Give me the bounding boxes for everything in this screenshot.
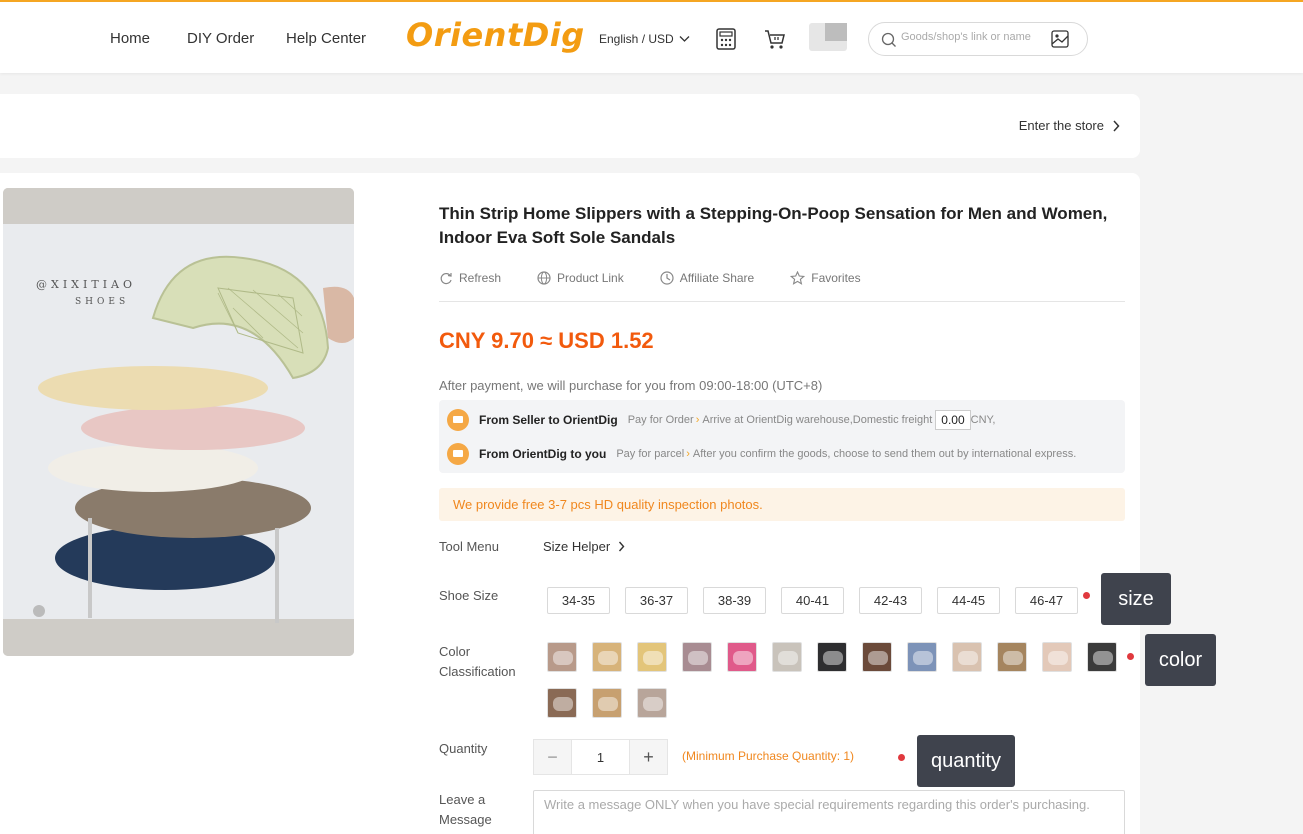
size-option[interactable]: 36-37	[625, 587, 688, 614]
chevron-right-icon: ›	[686, 448, 690, 460]
truck-badge-icon	[447, 443, 469, 465]
store-bar: Enter the store	[0, 94, 1140, 158]
quantity-marker-dot	[898, 754, 905, 761]
search-box	[868, 22, 1088, 56]
min-quantity-note: (Minimum Purchase Quantity: 1)	[682, 749, 855, 763]
color-swatch[interactable]	[637, 688, 667, 718]
color-swatch[interactable]	[1087, 642, 1117, 672]
increment-button[interactable]: +	[630, 740, 667, 774]
color-swatch[interactable]	[682, 642, 712, 672]
cart-icon[interactable]	[762, 26, 788, 52]
nav-diy-order[interactable]: DIY Order	[187, 30, 254, 47]
size-options: 34-35 36-37 38-39 40-41 42-43 44-45 46-4…	[547, 587, 1078, 614]
language-currency-selector[interactable]: English / USD	[599, 32, 690, 46]
favorites-action[interactable]: Favorites	[790, 271, 861, 285]
chevron-right-icon	[619, 541, 625, 552]
quantity-input[interactable]	[571, 740, 630, 774]
color-swatch[interactable]	[592, 688, 622, 718]
color-swatch[interactable]	[952, 642, 982, 672]
star-icon	[790, 271, 806, 285]
size-option[interactable]: 38-39	[703, 587, 766, 614]
color-swatch[interactable]	[592, 642, 622, 672]
color-swatch[interactable]	[1042, 642, 1072, 672]
slippers-photo-graphic: @XIXITIAO SHOES	[3, 188, 354, 656]
calculator-icon[interactable]	[713, 26, 739, 52]
nav-home[interactable]: Home	[110, 30, 150, 47]
affiliate-share-action[interactable]: Affiliate Share	[660, 271, 754, 285]
avatar[interactable]	[809, 23, 847, 51]
color-tag: color	[1145, 634, 1216, 686]
color-swatch[interactable]	[997, 642, 1027, 672]
refresh-action[interactable]: Refresh	[439, 271, 501, 285]
color-options	[547, 642, 1137, 718]
nav-help-center[interactable]: Help Center	[286, 30, 366, 47]
image-search-icon[interactable]	[1051, 30, 1069, 48]
color-swatch[interactable]	[862, 642, 892, 672]
svg-text:@XIXITIAO: @XIXITIAO	[36, 278, 136, 291]
product-image[interactable]: @XIXITIAO SHOES	[3, 188, 354, 656]
enter-store-label: Enter the store	[1018, 118, 1104, 133]
product-link-action[interactable]: Product Link	[537, 271, 624, 285]
quantity-tag: quantity	[917, 735, 1015, 787]
search-icon	[881, 32, 896, 47]
color-swatch[interactable]	[817, 642, 847, 672]
globe-icon	[537, 271, 551, 285]
logo[interactable]: OrientDig	[406, 16, 585, 54]
size-option[interactable]: 34-35	[547, 587, 610, 614]
share-icon	[660, 271, 674, 285]
size-option[interactable]: 40-41	[781, 587, 844, 614]
message-textarea[interactable]	[533, 790, 1125, 834]
flow-step-parcel: From OrientDig to you Pay for parcel › Af…	[447, 443, 1076, 465]
size-helper-link[interactable]: Size Helper	[543, 539, 625, 554]
size-option[interactable]: 46-47	[1015, 587, 1078, 614]
domestic-freight-value: 0.00	[935, 410, 971, 430]
color-swatch[interactable]	[637, 642, 667, 672]
cart-badge-icon	[447, 409, 469, 431]
decrement-button[interactable]: −	[534, 740, 571, 774]
divider	[439, 301, 1125, 302]
search-input[interactable]	[901, 31, 1051, 43]
purchase-hours-note: After payment, we will purchase for you …	[439, 378, 823, 393]
size-marker-dot	[1083, 592, 1090, 599]
chevron-right-icon: ›	[695, 414, 700, 426]
chevron-down-icon	[679, 36, 690, 42]
color-swatch[interactable]	[907, 642, 937, 672]
size-option[interactable]: 44-45	[937, 587, 1000, 614]
color-classification-label: Color Classification	[439, 644, 516, 679]
shipping-flow: From Seller to OrientDig Pay for Order › …	[439, 400, 1125, 473]
leave-message-label: Leave a Message	[439, 792, 492, 827]
color-swatch[interactable]	[547, 688, 577, 718]
quantity-stepper: − +	[533, 739, 668, 775]
flow-step-seller: From Seller to OrientDig Pay for Order › …	[447, 409, 996, 431]
size-option[interactable]: 42-43	[859, 587, 922, 614]
inspection-notice: We provide free 3-7 pcs HD quality inspe…	[439, 488, 1125, 521]
chevron-right-icon	[1113, 119, 1120, 132]
enter-store-link[interactable]: Enter the store	[1019, 118, 1120, 133]
quantity-label: Quantity	[439, 741, 488, 756]
color-swatch[interactable]	[772, 642, 802, 672]
size-tag: size	[1101, 573, 1171, 625]
shoe-size-label: Shoe Size	[439, 588, 499, 603]
currency-label: USD	[648, 32, 674, 46]
top-header: Home DIY Order Help Center OrientDig Eng…	[0, 0, 1303, 73]
svg-text:SHOES: SHOES	[75, 297, 129, 307]
language-label: English	[599, 32, 639, 46]
product-actions: Refresh Product Link Affiliate Share Fav…	[439, 271, 861, 285]
tool-menu-label: Tool Menu	[439, 539, 499, 554]
refresh-icon	[440, 272, 452, 285]
color-marker-dot	[1127, 653, 1134, 660]
product-price: CNY 9.70 ≈ USD 1.52	[439, 328, 654, 353]
product-title: Thin Strip Home Slippers with a Stepping…	[439, 204, 1108, 247]
color-swatch[interactable]	[547, 642, 577, 672]
color-swatch[interactable]	[727, 642, 757, 672]
